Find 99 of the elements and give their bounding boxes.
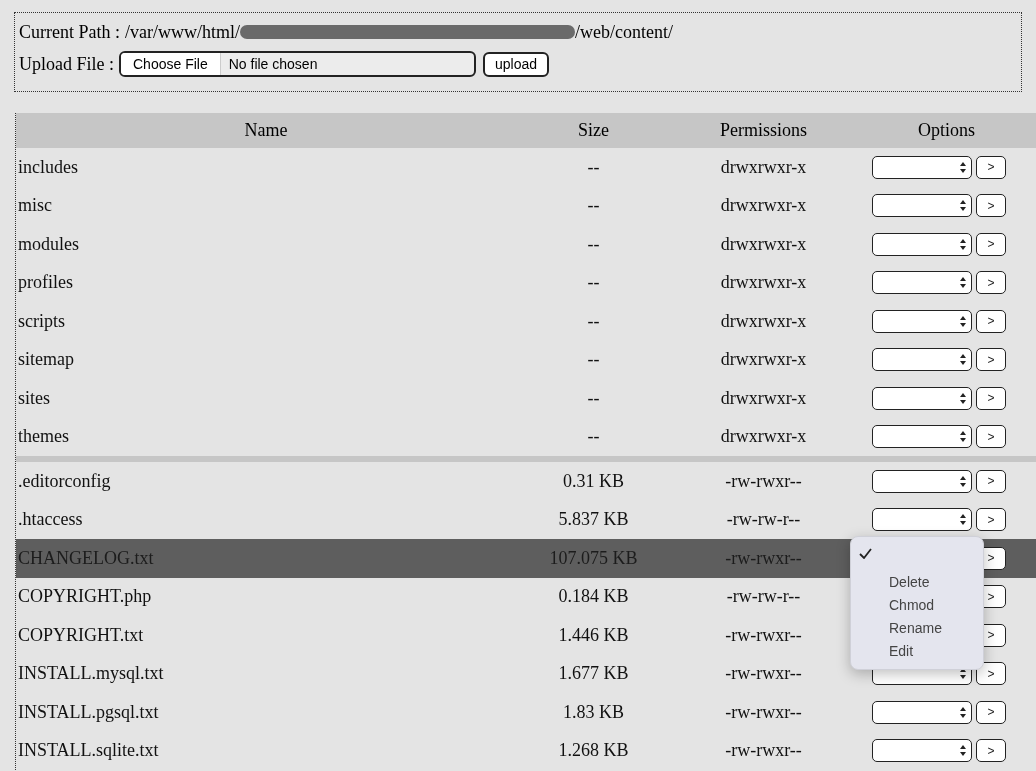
file-name: scripts [17,309,66,333]
file-name: sites [17,386,51,410]
path-label: Current Path : [19,20,120,44]
choose-file-button[interactable]: Choose File [121,53,221,75]
file-name: COPYRIGHT.php [17,585,153,609]
file-permissions: drwxrwxr-x [719,348,808,372]
options-select[interactable] [872,425,972,449]
file-size: 1.268 KB [557,739,630,763]
file-permissions: drwxrwxr-x [719,425,808,449]
updown-icon [959,667,967,681]
file-name: INSTALL.mysql.txt [17,662,165,686]
file-name: themes [17,425,70,449]
file-name: INSTALL.sqlite.txt [17,739,160,763]
file-name: includes [17,155,79,179]
file-size: 0.31 KB [562,469,625,493]
options-select[interactable] [872,386,972,410]
options-select[interactable] [872,271,972,295]
file-permissions: drwxrwxr-x [719,271,808,295]
file-name: COPYRIGHT.txt [17,623,145,647]
options-select[interactable] [872,739,972,763]
file-permissions: -rw-rwxr-- [724,623,803,647]
go-button[interactable]: > [976,309,1006,333]
go-button[interactable]: > [976,348,1006,372]
file-permissions: drwxrwxr-x [719,194,808,218]
updown-icon [959,237,967,251]
go-button[interactable]: > [976,155,1006,179]
file-permissions: drwxrwxr-x [719,232,808,256]
file-permissions: -rw-rwxr-- [724,469,803,493]
file-size: -- [586,232,601,256]
updown-icon [959,314,967,328]
file-size: -- [586,194,601,218]
file-size: -- [586,271,601,295]
go-button[interactable]: > [976,194,1006,218]
updown-icon [959,744,967,758]
options-select[interactable] [872,232,972,256]
file-permissions: -rw-rwxr-- [724,546,803,570]
options-select[interactable] [872,155,972,179]
file-size: -- [586,309,601,333]
options-select[interactable] [872,508,972,532]
path-text: /var/www/html/ [125,20,240,44]
options-select[interactable] [872,700,972,724]
column-header: Size [577,119,610,142]
file-name: sitemap [17,348,75,372]
file-size: -- [586,386,601,410]
go-button[interactable]: > [976,469,1006,493]
file-size: -- [586,155,601,179]
file-size: -- [586,425,601,449]
file-name: .htaccess [17,508,84,532]
file-name: CHANGELOG.txt [17,546,155,570]
file-permissions: -rw-rwxr-- [724,662,803,686]
file-name: INSTALL.pgsql.txt [17,700,160,724]
options-select[interactable] [872,194,972,218]
updown-icon [959,474,967,488]
updown-icon [959,705,967,719]
file-name: misc [17,194,53,218]
file-permissions: drwxrwxr-x [719,155,808,179]
updown-icon [959,199,967,213]
file-size: 1.446 KB [557,623,630,647]
file-name: .editorconfig [17,469,112,493]
updown-icon [959,276,967,290]
file-size: 1.83 KB [562,700,625,724]
file-size: 107.075 KB [548,546,639,570]
column-header: Name [243,119,289,142]
file-size: 1.677 KB [557,662,630,686]
go-button[interactable]: > [976,739,1006,763]
go-button[interactable]: > [976,271,1006,295]
path-text: /web/content/ [575,20,673,44]
file-name: modules [17,232,80,256]
upload-label: Upload File : [19,52,114,76]
updown-icon [959,391,967,405]
file-size: 0.184 KB [557,585,630,609]
updown-icon [959,430,967,444]
column-header: Permissions [719,119,808,142]
go-button[interactable]: > [976,232,1006,256]
updown-icon [959,353,967,367]
file-permissions: -rw-rw-r-- [725,508,802,532]
go-button[interactable]: > [976,425,1006,449]
options-select[interactable] [872,469,972,493]
go-button[interactable]: > [976,662,1006,686]
file-permissions: drwxrwxr-x [719,309,808,333]
file-permissions: -rw-rw-r-- [725,585,802,609]
column-header: Options [917,119,976,142]
file-status: No file chosen [227,54,319,74]
updown-icon [959,160,967,174]
file-permissions: drwxrwxr-x [719,386,808,410]
upload-button[interactable]: upload [483,51,550,77]
go-button[interactable]: > [976,508,1006,532]
checkmark-icon [859,547,872,559]
options-select[interactable] [872,348,972,372]
go-button[interactable]: > [976,386,1006,410]
updown-icon [959,513,967,527]
go-button[interactable]: > [976,700,1006,724]
file-size: 5.837 KB [557,508,630,532]
options-select[interactable] [872,309,972,333]
file-input[interactable]: Choose File No file chosen [119,51,476,77]
file-name: profiles [17,271,74,295]
file-size: -- [586,348,601,372]
file-permissions: -rw-rwxr-- [724,739,803,763]
file-permissions: -rw-rwxr-- [724,700,803,724]
